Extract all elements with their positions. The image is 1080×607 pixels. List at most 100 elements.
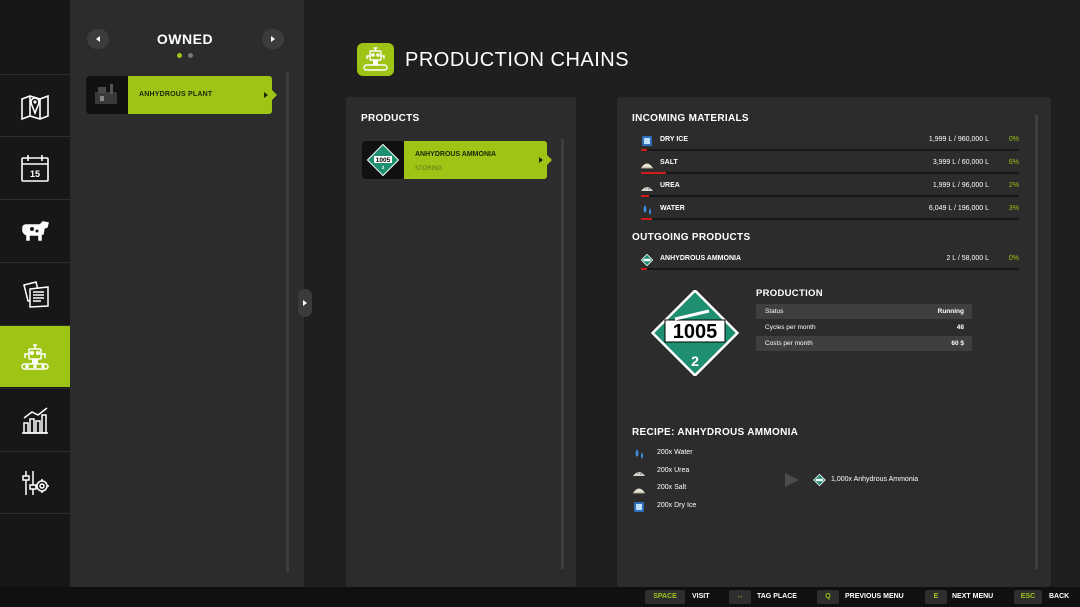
action-previous-menu[interactable]: PREVIOUS MENU bbox=[845, 593, 904, 600]
action-visit[interactable]: VISIT bbox=[692, 593, 710, 600]
owned-item-anhydrous-plant[interactable]: ANHYDROUS PLANT bbox=[86, 76, 277, 114]
chevron-right-icon bbox=[539, 157, 543, 163]
anhydrous-ammonia-icon: 1005 2 bbox=[367, 144, 399, 176]
material-percent: 2% bbox=[1008, 182, 1019, 189]
recipe-input-line: 200x Dry Ice bbox=[633, 500, 753, 514]
material-percent: 3% bbox=[1008, 205, 1019, 212]
material-name: UREA bbox=[660, 182, 680, 189]
incoming-heading: INCOMING MATERIALS bbox=[632, 113, 749, 124]
selection-tail bbox=[271, 89, 277, 101]
material-amount: 1,999 L / 96,000 L bbox=[932, 182, 989, 189]
action-back[interactable]: BACK bbox=[1049, 593, 1069, 600]
material-fill-level bbox=[641, 268, 647, 270]
page-indicator-dot[interactable] bbox=[188, 53, 193, 58]
action-next-menu[interactable]: NEXT MENU bbox=[952, 593, 993, 600]
material-fill-bar bbox=[641, 172, 1019, 174]
material-name: SALT bbox=[660, 159, 678, 166]
key-e[interactable]: E bbox=[925, 590, 947, 604]
product-name: ANHYDROUS AMMONIA bbox=[415, 151, 497, 158]
material-amount: 1,999 L / 960,000 L bbox=[928, 136, 989, 143]
material-percent: 0% bbox=[1008, 255, 1019, 262]
owned-next-button[interactable] bbox=[262, 29, 284, 49]
selection-tail bbox=[546, 154, 552, 166]
cycles-value: 48 bbox=[956, 324, 964, 331]
material-row-urea: UREA 1,999 L / 96,000 L 2% bbox=[633, 179, 1019, 199]
placard-class: 2 bbox=[691, 353, 699, 369]
material-fill-level bbox=[641, 195, 649, 197]
owned-prev-button[interactable] bbox=[87, 29, 109, 49]
owned-title: OWNED bbox=[156, 31, 214, 47]
header-production-icon bbox=[357, 43, 394, 76]
plant-thumbnail bbox=[86, 76, 128, 114]
material-amount: 2 L / 58,000 L bbox=[946, 255, 989, 262]
costs-label: Costs per month bbox=[765, 340, 813, 347]
sidebar-item-statistics[interactable] bbox=[0, 388, 70, 450]
key-space[interactable]: SPACE bbox=[645, 590, 685, 604]
action-tag-place[interactable]: TAG PLACE bbox=[757, 593, 797, 600]
sidebar-item-settings[interactable] bbox=[0, 451, 70, 514]
sidebar-item-calendar[interactable]: 15 bbox=[0, 136, 70, 198]
map-pin-icon bbox=[21, 94, 49, 120]
products-scrollbar[interactable] bbox=[561, 139, 564, 569]
products-heading: PRODUCTS bbox=[361, 113, 420, 124]
outgoing-heading: OUTGOING PRODUCTS bbox=[632, 232, 751, 243]
material-row-water: WATER 6,049 L / 196,000 L 3% bbox=[633, 202, 1019, 222]
owned-panel: OWNED ANHYDROUS PLANT bbox=[70, 0, 304, 587]
material-fill-bar bbox=[641, 195, 1019, 197]
page-indicator-dot-active[interactable] bbox=[177, 53, 182, 58]
chevron-right-icon bbox=[264, 92, 268, 98]
panel-collapse-handle[interactable] bbox=[298, 289, 312, 317]
anhydrous-ammonia-icon bbox=[813, 474, 826, 486]
recipe-input-line: 200x Water bbox=[633, 447, 753, 461]
key-esc[interactable]: ESC bbox=[1014, 590, 1042, 604]
settings-icon bbox=[22, 470, 49, 495]
page-title: PRODUCTION CHAINS bbox=[405, 49, 630, 71]
products-panel: PRODUCTS 1005 2 ANHYDROUS AMMONIA STORIN… bbox=[346, 97, 576, 587]
owned-item-label: ANHYDROUS PLANT bbox=[139, 91, 213, 98]
contracts-icon bbox=[23, 280, 49, 308]
production-icon bbox=[21, 343, 49, 370]
chevron-right-icon bbox=[303, 300, 307, 306]
recipe-output: 1,000x Anhydrous Ammonia bbox=[813, 474, 983, 488]
calendar-day-text: 15 bbox=[30, 169, 40, 179]
sidebar-item-production[interactable] bbox=[0, 325, 75, 387]
product-item-anhydrous-ammonia[interactable]: 1005 2 ANHYDROUS AMMONIA STORING bbox=[362, 141, 552, 179]
recipe-input-text: 200x Dry Ice bbox=[657, 501, 697, 509]
main-menu-sidebar: 15 bbox=[0, 0, 75, 587]
key-tag-place[interactable]: ↔ bbox=[729, 590, 751, 604]
recipe-arrow-icon bbox=[785, 473, 799, 487]
cycles-label: Cycles per month bbox=[765, 324, 816, 331]
sidebar-item-animals[interactable] bbox=[0, 199, 70, 261]
owned-scrollbar[interactable] bbox=[286, 72, 289, 572]
sidebar-item-map[interactable] bbox=[0, 74, 70, 136]
statistics-icon bbox=[22, 406, 48, 434]
hazmat-placard-image: 1005 2 bbox=[650, 290, 740, 376]
material-fill-level bbox=[641, 172, 666, 174]
water-icon bbox=[641, 203, 653, 215]
product-thumbnail: 1005 2 bbox=[362, 141, 404, 179]
factory-image-icon bbox=[95, 84, 117, 104]
production-icon bbox=[363, 47, 388, 71]
material-row-anhydrous-ammonia: ANHYDROUS AMMONIA 2 L / 58,000 L 0% bbox=[633, 252, 1019, 272]
production-costs-row: Costs per month 60 $ bbox=[756, 336, 972, 351]
bottom-action-bar: SPACE VISIT ↔ TAG PLACE Q PREVIOUS MENU … bbox=[0, 587, 1080, 607]
material-name: ANHYDROUS AMMONIA bbox=[660, 255, 742, 262]
calendar-icon: 15 bbox=[21, 154, 49, 182]
chevron-left-icon bbox=[96, 36, 100, 42]
production-status-row: Status Running bbox=[756, 304, 972, 319]
detail-scrollbar[interactable] bbox=[1035, 115, 1038, 569]
production-cycles-row: Cycles per month 48 bbox=[756, 320, 972, 335]
material-fill-bar bbox=[641, 149, 1019, 151]
key-q[interactable]: Q bbox=[817, 590, 839, 604]
material-row-dry-ice: DRY ICE 1,999 L / 960,000 L 0% bbox=[633, 133, 1019, 153]
material-fill-level bbox=[641, 149, 647, 151]
dry-ice-icon bbox=[641, 134, 653, 146]
material-fill-level bbox=[641, 218, 653, 220]
placard-code: 1005 bbox=[673, 321, 718, 343]
product-status: STORING bbox=[415, 166, 443, 172]
salt-icon bbox=[633, 482, 646, 494]
sidebar-item-contracts[interactable] bbox=[0, 262, 70, 324]
costs-value: 60 $ bbox=[951, 340, 964, 347]
recipe-input-text: 200x Water bbox=[657, 449, 693, 456]
water-icon bbox=[633, 447, 646, 459]
